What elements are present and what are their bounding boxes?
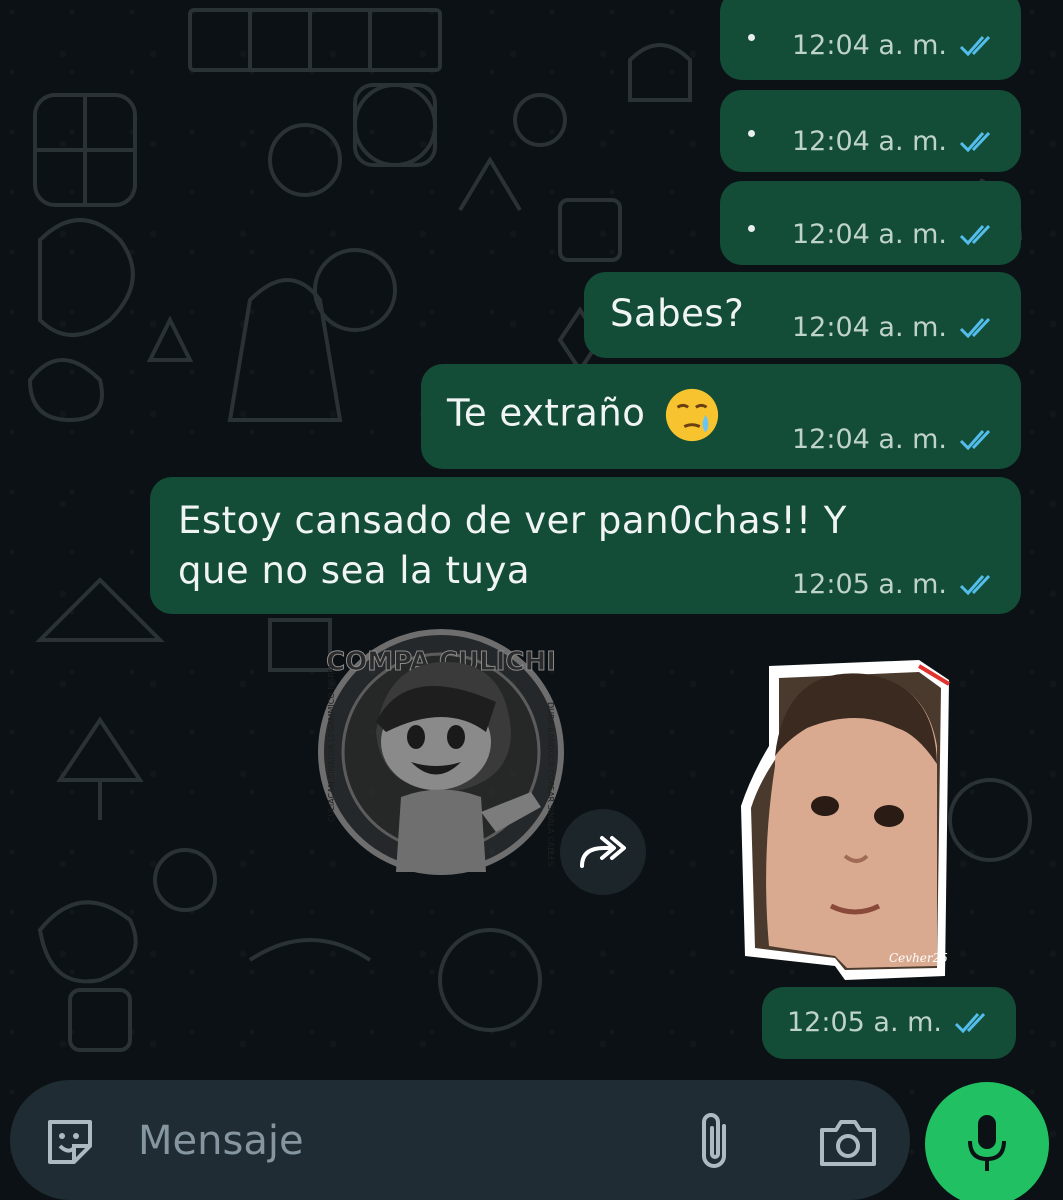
sticker-signature: Cevher25 <box>889 951 948 965</box>
outgoing-message[interactable]: Estoy cansado de ver pan0chas!! Y que no… <box>150 477 1021 614</box>
message-dot <box>748 225 755 232</box>
message-input[interactable]: Mensaje <box>138 1118 304 1164</box>
camera-icon[interactable] <box>816 1114 880 1170</box>
attach-icon[interactable] <box>690 1110 740 1174</box>
double-check-read-icon <box>959 429 991 450</box>
outgoing-message[interactable]: 12:04 a. m. <box>720 181 1021 265</box>
face-holding-back-tears-emoji-icon <box>666 388 719 442</box>
message-meta: 12:05 a. m. <box>787 1007 994 1038</box>
message-time: 12:05 a. m. <box>792 569 947 600</box>
mic-icon <box>968 1115 1006 1171</box>
double-check-read-icon <box>954 1012 986 1033</box>
message-meta: 12:04 a. m. <box>792 424 999 455</box>
forward-icon <box>580 836 626 868</box>
message-time: 12:04 a. m. <box>792 126 947 157</box>
message-text: Sabes? <box>610 292 745 335</box>
message-meta: 12:04 a. m. <box>792 126 999 157</box>
message-time: 12:04 a. m. <box>792 30 947 61</box>
outgoing-message-time[interactable]: 12:05 a. m. <box>762 987 1016 1059</box>
double-check-read-icon <box>959 224 991 245</box>
voice-message-button[interactable] <box>925 1082 1049 1200</box>
outgoing-message[interactable]: Te extraño 12:04 a. m. <box>421 364 1021 469</box>
message-time: 12:05 a. m. <box>787 1007 942 1038</box>
message-meta: 12:05 a. m. <box>792 569 999 600</box>
double-check-read-icon <box>959 131 991 152</box>
message-text: Te extraño <box>447 386 721 444</box>
compa-culichi-sticker[interactable]: COMPA CULICHI CULIACAN SINALOA LEGAMMICO… <box>316 612 574 884</box>
message-time: 12:04 a. m. <box>792 312 947 343</box>
message-meta: 12:04 a. m. <box>792 30 999 61</box>
outgoing-message[interactable]: Sabes? 12:04 a. m. <box>584 272 1021 358</box>
message-text-content: Te extraño <box>447 391 646 435</box>
outgoing-message[interactable]: 12:04 a. m. <box>720 0 1021 80</box>
sticker-left-text: CULIACAN SINALOA LEGAMMICO FISRM <box>327 665 336 822</box>
sticker-icon[interactable] <box>42 1114 98 1170</box>
double-check-read-icon <box>959 35 991 56</box>
sticker-right-text: DURA BANDOLA COPEAR SINALA CALLES <box>546 702 555 866</box>
chat-background: 12:04 a. m. 12:04 a. m. 12:04 a. m. Sabe… <box>0 0 1063 1200</box>
forward-button[interactable] <box>560 809 646 895</box>
message-text-line-2: que no sea la tuya <box>178 549 531 592</box>
message-meta: 12:04 a. m. <box>792 219 999 250</box>
message-time: 12:04 a. m. <box>792 219 947 250</box>
crying-child-sticker[interactable]: Cevher25 <box>739 656 953 980</box>
message-time: 12:04 a. m. <box>792 424 947 455</box>
message-meta: 12:04 a. m. <box>792 312 999 343</box>
message-dot <box>748 130 755 137</box>
outgoing-message[interactable]: 12:04 a. m. <box>720 90 1021 172</box>
message-composer: Mensaje <box>10 1080 910 1200</box>
double-check-read-icon <box>959 317 991 338</box>
message-dot <box>748 34 755 41</box>
double-check-read-icon <box>959 574 991 595</box>
message-text-line-1: Estoy cansado de ver pan0chas!! Y <box>178 499 847 542</box>
